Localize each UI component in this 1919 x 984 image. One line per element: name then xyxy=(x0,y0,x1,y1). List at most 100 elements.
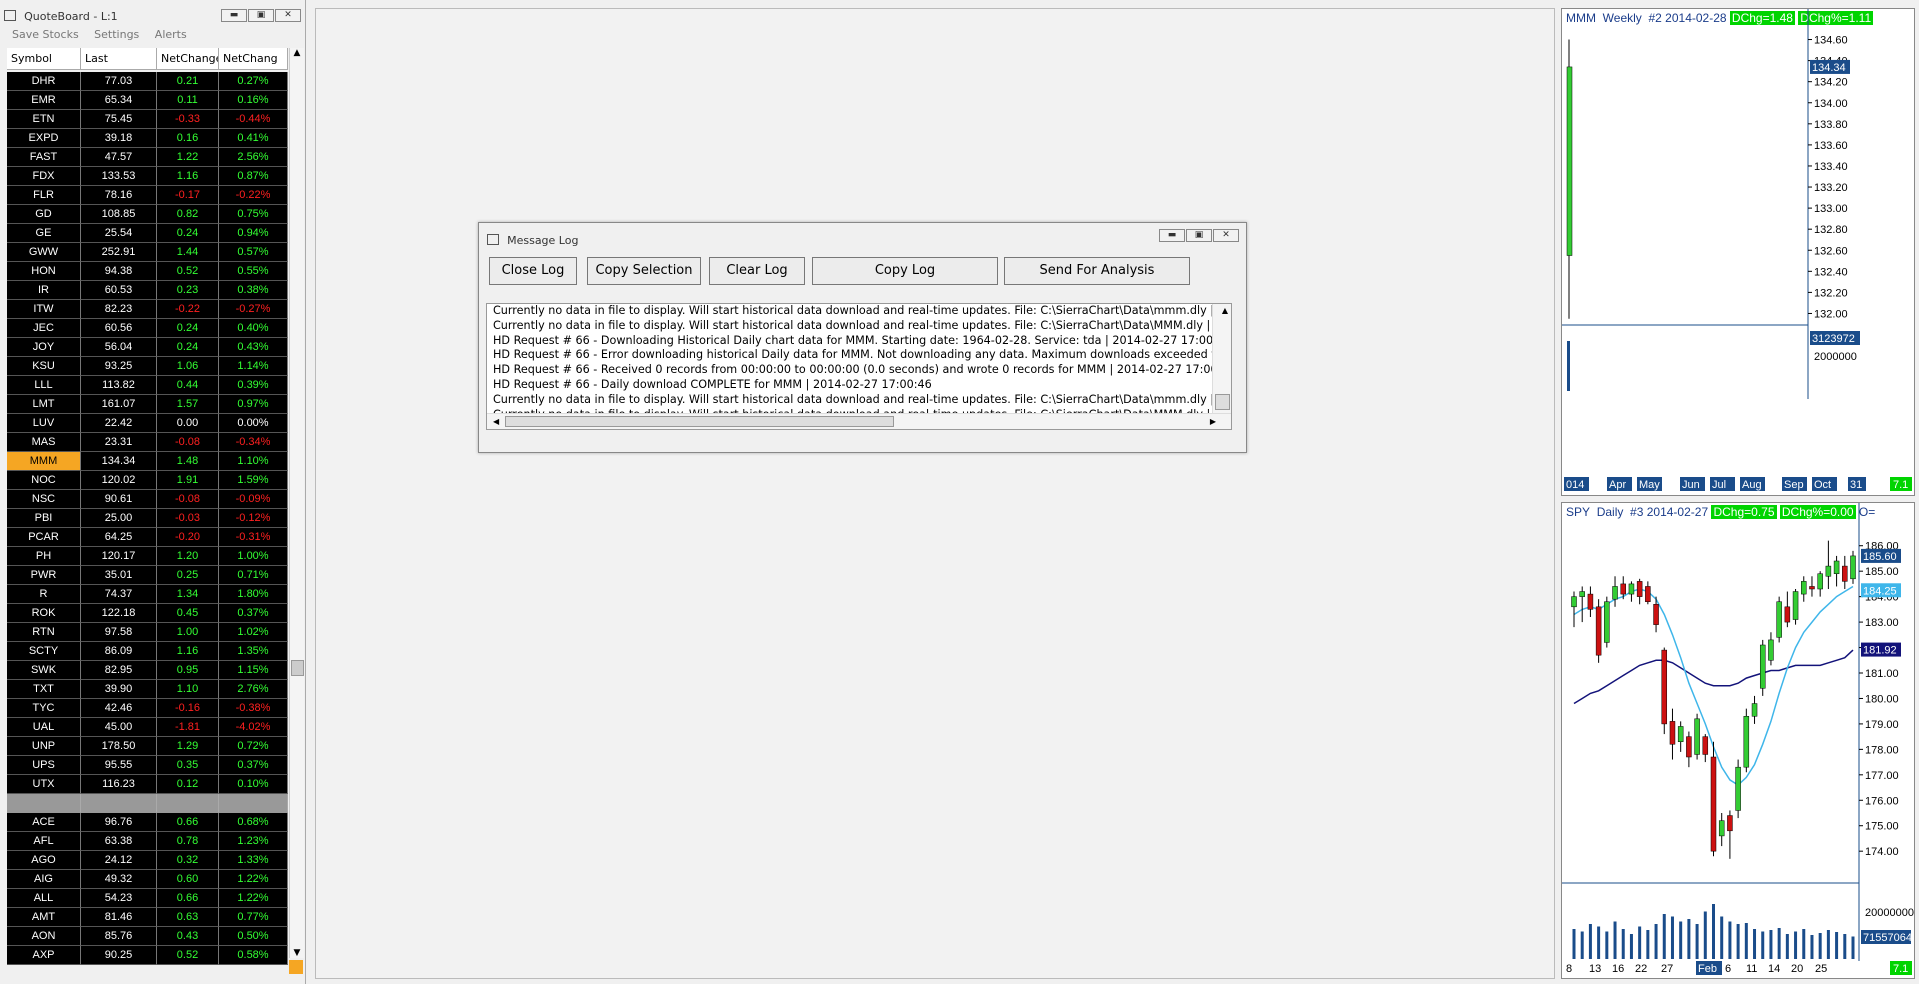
volume-bar xyxy=(1736,924,1740,959)
copy-selection-button[interactable]: Copy Selection xyxy=(587,257,701,285)
spy-chart-canvas[interactable]: 186.00185.00184.00183.00182.00181.00180.… xyxy=(1562,503,1914,978)
menu-settings[interactable]: Settings xyxy=(94,28,139,41)
table-row[interactable]: SCTY 86.09 1.16 1.35% xyxy=(7,642,288,661)
last-cell: 77.03 xyxy=(81,72,157,91)
price-tick-label: 133.60 xyxy=(1814,140,1848,152)
netchange-cell: 1.16 xyxy=(157,167,219,186)
table-row[interactable]: MMM 134.34 1.48 1.10% xyxy=(7,452,288,471)
table-row[interactable]: TYC 42.46 -0.16 -0.38% xyxy=(7,699,288,718)
netchange-cell: -0.22 xyxy=(157,300,219,319)
table-row[interactable]: ROK 122.18 0.45 0.37% xyxy=(7,604,288,623)
table-row[interactable]: UPS 95.55 0.35 0.37% xyxy=(7,756,288,775)
table-row[interactable]: PH 120.17 1.20 1.00% xyxy=(7,547,288,566)
menu-save-stocks[interactable]: Save Stocks xyxy=(12,28,79,41)
table-row[interactable]: DHR 77.03 0.21 0.27% xyxy=(7,72,288,91)
candle-body xyxy=(1825,565,1832,577)
netchange-pct-cell: -0.12% xyxy=(219,509,288,528)
table-row[interactable]: RTN 97.58 1.00 1.02% xyxy=(7,623,288,642)
table-row[interactable]: NSC 90.61 -0.08 -0.09% xyxy=(7,490,288,509)
scroll-thumb[interactable] xyxy=(291,660,304,676)
table-row[interactable]: MAS 23.31 -0.08 -0.34% xyxy=(7,433,288,452)
table-row[interactable]: SWK 82.95 0.95 1.15% xyxy=(7,661,288,680)
minimize-button[interactable]: ▬ xyxy=(1159,229,1185,242)
table-row[interactable]: AGO 24.12 0.32 1.33% xyxy=(7,851,288,870)
table-row[interactable]: FAST 47.57 1.22 2.56% xyxy=(7,148,288,167)
menu-alerts[interactable]: Alerts xyxy=(155,28,187,41)
column-header-last[interactable]: Last xyxy=(81,48,157,69)
table-row[interactable]: ACE 96.76 0.66 0.68% xyxy=(7,813,288,832)
table-row[interactable]: IR 60.53 0.23 0.38% xyxy=(7,281,288,300)
table-row[interactable]: PWR 35.01 0.25 0.71% xyxy=(7,566,288,585)
column-header-netchange[interactable]: NetChange xyxy=(157,48,219,69)
column-header-netchange-pct[interactable]: NetChang xyxy=(219,48,288,69)
scroll-down-icon[interactable]: ▼ xyxy=(290,948,304,958)
table-row[interactable]: AXP 90.25 0.52 0.58% xyxy=(7,946,288,965)
scroll-up-icon[interactable]: ▲ xyxy=(1216,304,1231,319)
volume-bar xyxy=(1580,931,1584,959)
close-button[interactable]: ✕ xyxy=(275,9,301,22)
table-row[interactable]: UAL 45.00 -1.81 -4.02% xyxy=(7,718,288,737)
close-button[interactable]: ✕ xyxy=(1213,229,1239,242)
candle-body xyxy=(1743,716,1750,768)
message-log-textarea[interactable]: Currently no data in file to display. Wi… xyxy=(486,303,1232,430)
message-log-vscrollbar[interactable]: ▲ xyxy=(1212,304,1231,414)
table-row[interactable]: TXT 39.90 1.10 2.76% xyxy=(7,680,288,699)
scroll-left-icon[interactable]: ◀ xyxy=(490,415,499,429)
scroll-thumb[interactable] xyxy=(1215,394,1230,410)
scroll-thumb[interactable] xyxy=(505,416,894,427)
price-tick-label: 133.40 xyxy=(1814,161,1848,173)
close-log-button[interactable]: Close Log xyxy=(489,257,577,285)
table-row[interactable]: LMT 161.07 1.57 0.97% xyxy=(7,395,288,414)
maximize-button[interactable]: ▣ xyxy=(1186,229,1212,242)
mmm-chart-canvas[interactable]: 134.60134.40134.20134.00133.80133.60133.… xyxy=(1562,9,1914,495)
spy-daily-chart[interactable]: SPY Daily #3 2014-02-27 DChg=0.75 DChg%=… xyxy=(1561,502,1915,979)
message-log-titlebar[interactable]: Message Log xyxy=(487,229,578,248)
scroll-up-icon[interactable]: ▲ xyxy=(290,48,304,58)
table-row[interactable]: R 74.37 1.34 1.80% xyxy=(7,585,288,604)
table-row[interactable]: PCAR 64.25 -0.20 -0.31% xyxy=(7,528,288,547)
table-row[interactable]: LUV 22.42 0.00 0.00% xyxy=(7,414,288,433)
table-row[interactable]: KSU 93.25 1.06 1.14% xyxy=(7,357,288,376)
table-row[interactable]: JEC 60.56 0.24 0.40% xyxy=(7,319,288,338)
table-row[interactable]: ETN 75.45 -0.33 -0.44% xyxy=(7,110,288,129)
table-row[interactable]: GWW 252.91 1.44 0.57% xyxy=(7,243,288,262)
table-row[interactable]: LLL 113.82 0.44 0.39% xyxy=(7,376,288,395)
date-label: 014 xyxy=(1566,479,1584,491)
mmm-weekly-chart[interactable]: MMM Weekly #2 2014-02-28 DChg=1.48 DChg%… xyxy=(1561,8,1915,496)
send-for-analysis-button[interactable]: Send For Analysis xyxy=(1004,257,1190,285)
table-row[interactable]: NOC 120.02 1.91 1.59% xyxy=(7,471,288,490)
table-row[interactable]: EMR 65.34 0.11 0.16% xyxy=(7,91,288,110)
last-cell: 120.17 xyxy=(81,547,157,566)
copy-log-button[interactable]: Copy Log xyxy=(812,257,998,285)
table-separator-row[interactable] xyxy=(7,794,288,813)
table-row[interactable]: AIG 49.32 0.60 1.22% xyxy=(7,870,288,889)
table-row[interactable]: ITW 82.23 -0.22 -0.27% xyxy=(7,300,288,319)
table-row[interactable]: AON 85.76 0.43 0.50% xyxy=(7,927,288,946)
clear-log-button[interactable]: Clear Log xyxy=(709,257,805,285)
table-row[interactable]: ALL 54.23 0.66 1.22% xyxy=(7,889,288,908)
table-row[interactable]: UTX 116.23 0.12 0.10% xyxy=(7,775,288,794)
table-row[interactable]: AFL 63.38 0.78 1.23% xyxy=(7,832,288,851)
volume-bar xyxy=(1835,932,1839,959)
minimize-button[interactable]: ▬ xyxy=(221,9,247,22)
candle-body xyxy=(1566,66,1573,256)
symbol-cell: ROK xyxy=(7,604,81,623)
symbol-cell: AMT xyxy=(7,908,81,927)
table-row[interactable]: GE 25.54 0.24 0.94% xyxy=(7,224,288,243)
quoteboard-scrollbar[interactable]: ▲ ▼ xyxy=(289,48,304,958)
quoteboard-titlebar[interactable]: QuoteBoard - L:1 xyxy=(4,5,118,25)
table-row[interactable]: AMT 81.46 0.63 0.77% xyxy=(7,908,288,927)
maximize-button[interactable]: ▣ xyxy=(248,9,274,22)
table-row[interactable]: UNP 178.50 1.29 0.72% xyxy=(7,737,288,756)
column-header-symbol[interactable]: Symbol xyxy=(7,48,81,69)
table-row[interactable]: EXPD 39.18 0.16 0.41% xyxy=(7,129,288,148)
table-row[interactable]: FLR 78.16 -0.17 -0.22% xyxy=(7,186,288,205)
table-row[interactable]: HON 94.38 0.52 0.55% xyxy=(7,262,288,281)
scroll-right-icon[interactable]: ▶ xyxy=(1207,415,1216,429)
message-log-hscrollbar[interactable]: ◀ ▶ xyxy=(487,413,1231,429)
date-label: 11 xyxy=(1746,963,1757,975)
table-row[interactable]: FDX 133.53 1.16 0.87% xyxy=(7,167,288,186)
table-row[interactable]: PBI 25.00 -0.03 -0.12% xyxy=(7,509,288,528)
table-row[interactable]: JOY 56.04 0.24 0.43% xyxy=(7,338,288,357)
table-row[interactable]: GD 108.85 0.82 0.75% xyxy=(7,205,288,224)
